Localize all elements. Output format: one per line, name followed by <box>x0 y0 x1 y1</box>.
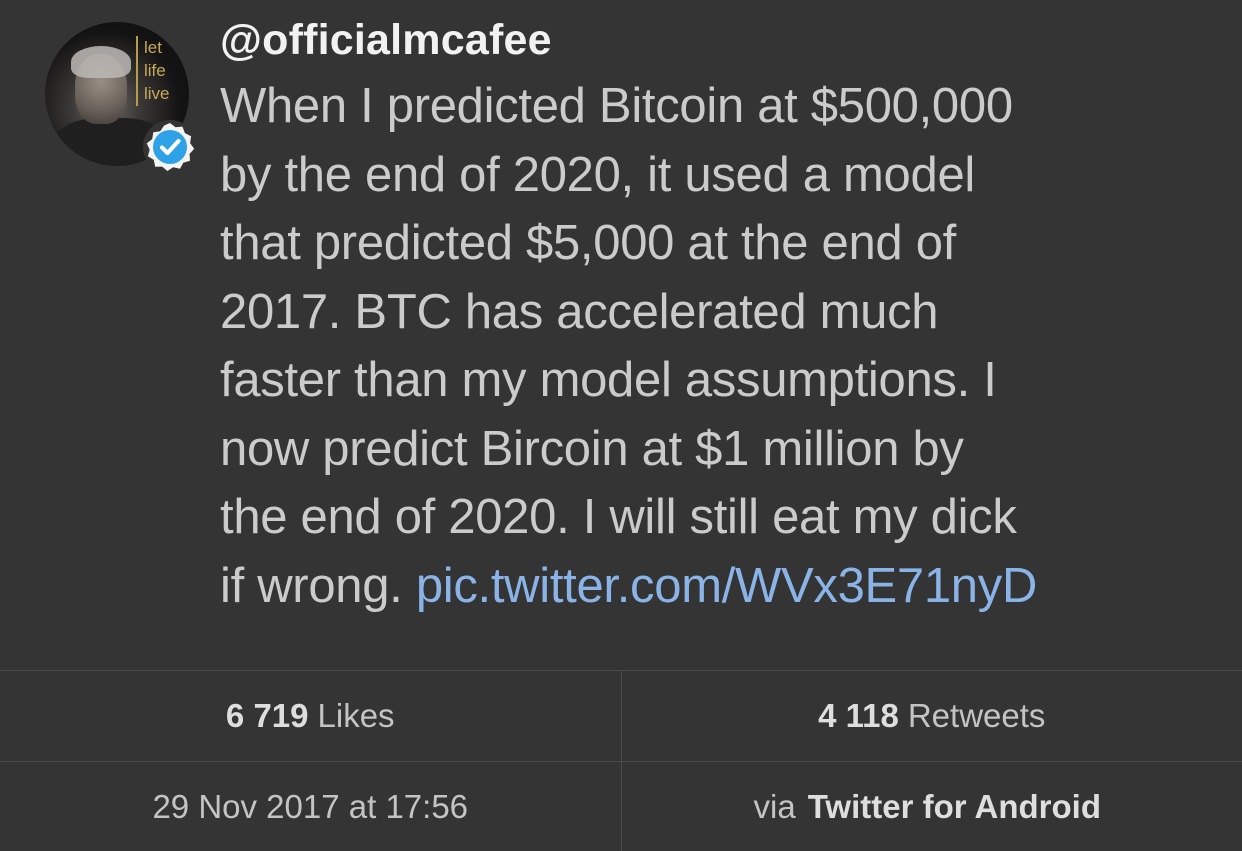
tweet-text-line: now predict Bircoin at $1 million by <box>220 415 1230 484</box>
avatar-logo-word: let <box>144 36 170 59</box>
avatar-hair <box>71 46 131 78</box>
retweets-stat[interactable]: 4 118 Retweets <box>621 671 1242 761</box>
tweet-text-line: by the end of 2020, it used a model <box>220 141 1230 210</box>
tweet-text-line: faster than my model assumptions. I <box>220 346 1230 415</box>
likes-label: Likes <box>318 697 395 735</box>
tweet-text-line: When I predicted Bitcoin at $500,000 <box>220 72 1230 141</box>
timestamp: 29 Nov 2017 at 17:56 <box>0 762 621 851</box>
user-handle[interactable]: @officialmcafee <box>220 16 552 65</box>
retweets-label: Retweets <box>908 697 1046 735</box>
avatar-logo-bar <box>136 36 138 106</box>
tweet-detail: let life live @officialmcafee When I pre… <box>0 0 1242 670</box>
media-link[interactable]: pic.twitter.com/WVx3E71nyD <box>416 559 1037 613</box>
verified-badge-icon <box>140 117 200 177</box>
tweet-text-line: if wrong. <box>220 559 416 613</box>
avatar-logo: let life live <box>144 36 170 105</box>
tweet-stats: 6 719 Likes 4 118 Retweets 29 Nov 2017 a… <box>0 670 1242 851</box>
tweet-text-line: the end of 2020. I will still eat my dic… <box>220 483 1230 552</box>
tweet-text-last-line: if wrong. pic.twitter.com/WVx3E71nyD <box>220 552 1230 621</box>
retweets-count: 4 118 <box>818 697 899 735</box>
tweet-text-line: 2017. BTC has accelerated much <box>220 278 1230 347</box>
stats-row-counts: 6 719 Likes 4 118 Retweets <box>0 671 1242 762</box>
timestamp-text: 29 Nov 2017 at 17:56 <box>152 788 468 826</box>
avatar-logo-word: live <box>144 82 170 105</box>
tweet-text-line: that predicted $5,000 at the end of <box>220 209 1230 278</box>
avatar-logo-word: life <box>144 59 170 82</box>
likes-stat[interactable]: 6 719 Likes <box>0 671 621 761</box>
stats-row-meta: 29 Nov 2017 at 17:56 via Twitter for And… <box>0 762 1242 851</box>
source-info: via Twitter for Android <box>621 762 1242 851</box>
tweet-text: When I predicted Bitcoin at $500,000 by … <box>220 72 1230 620</box>
source-app[interactable]: Twitter for Android <box>808 788 1101 826</box>
via-label: via <box>754 788 796 826</box>
likes-count: 6 719 <box>226 697 309 735</box>
